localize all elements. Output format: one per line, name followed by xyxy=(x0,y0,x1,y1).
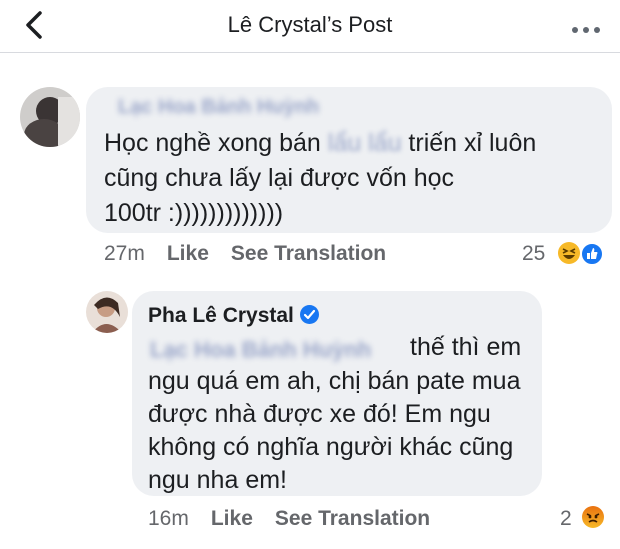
reply-author-name[interactable]: Pha Lê Crystal xyxy=(148,304,294,327)
comment-text-part: Học nghề xong bán xyxy=(104,129,321,157)
page-title: Lê Crystal’s Post xyxy=(227,12,393,37)
haha-emoji-icon[interactable] xyxy=(558,242,580,264)
comment-text-line: Học nghề xong bán lẩu lẩu triến xỉ luôn xyxy=(104,126,536,161)
mention-link[interactable]: Lạc Hoa Bảnh Huỳnh xyxy=(150,337,371,363)
header-divider xyxy=(0,52,620,53)
reaction-count[interactable]: 2 xyxy=(560,507,572,531)
reply-text-line: thế thì em xyxy=(410,333,522,361)
reply-timestamp: 16m xyxy=(148,507,189,530)
angry-emoji-icon[interactable] xyxy=(582,506,604,528)
avatar[interactable] xyxy=(86,291,128,333)
see-translation-button[interactable]: See Translation xyxy=(231,242,386,265)
comment-author[interactable]: Lạc Hoa Bảnh Huỳnh xyxy=(118,96,319,119)
comment-text-part: triến xỉ luôn xyxy=(408,129,537,157)
like-button[interactable]: Like xyxy=(167,242,209,265)
blurred-word: lẩu lẩu xyxy=(327,129,402,157)
comment-timestamp: 27m xyxy=(104,242,145,265)
verified-badge-icon xyxy=(299,305,319,324)
reaction-count[interactable]: 25 xyxy=(522,242,545,266)
reply-text-line: được nhà được xe đó! Em ngu xyxy=(148,400,491,428)
reply-author[interactable]: Pha Lê Crystal xyxy=(148,304,319,328)
comment-meta: 27m Like See Translation xyxy=(104,242,408,266)
like-button[interactable]: Like xyxy=(211,507,253,530)
comment-text-line: 100tr :))))))))))))) xyxy=(104,199,284,227)
like-emoji-icon[interactable] xyxy=(580,242,604,266)
reply-text-line: ngu nha em! xyxy=(148,466,287,494)
reply-text-line: không có nghĩa người khác cũng xyxy=(148,433,514,461)
reply-text-line: ngu quá em ah, chị bán pate mua xyxy=(148,367,521,395)
see-translation-button[interactable]: See Translation xyxy=(275,507,430,530)
more-options-icon[interactable] xyxy=(572,20,606,33)
avatar[interactable] xyxy=(20,87,80,147)
reply-meta: 16m Like See Translation xyxy=(148,507,452,531)
comment-text-line: cũng chưa lấy lại được vốn học xyxy=(104,164,455,192)
post-header: Lê Crystal’s Post xyxy=(0,0,620,52)
